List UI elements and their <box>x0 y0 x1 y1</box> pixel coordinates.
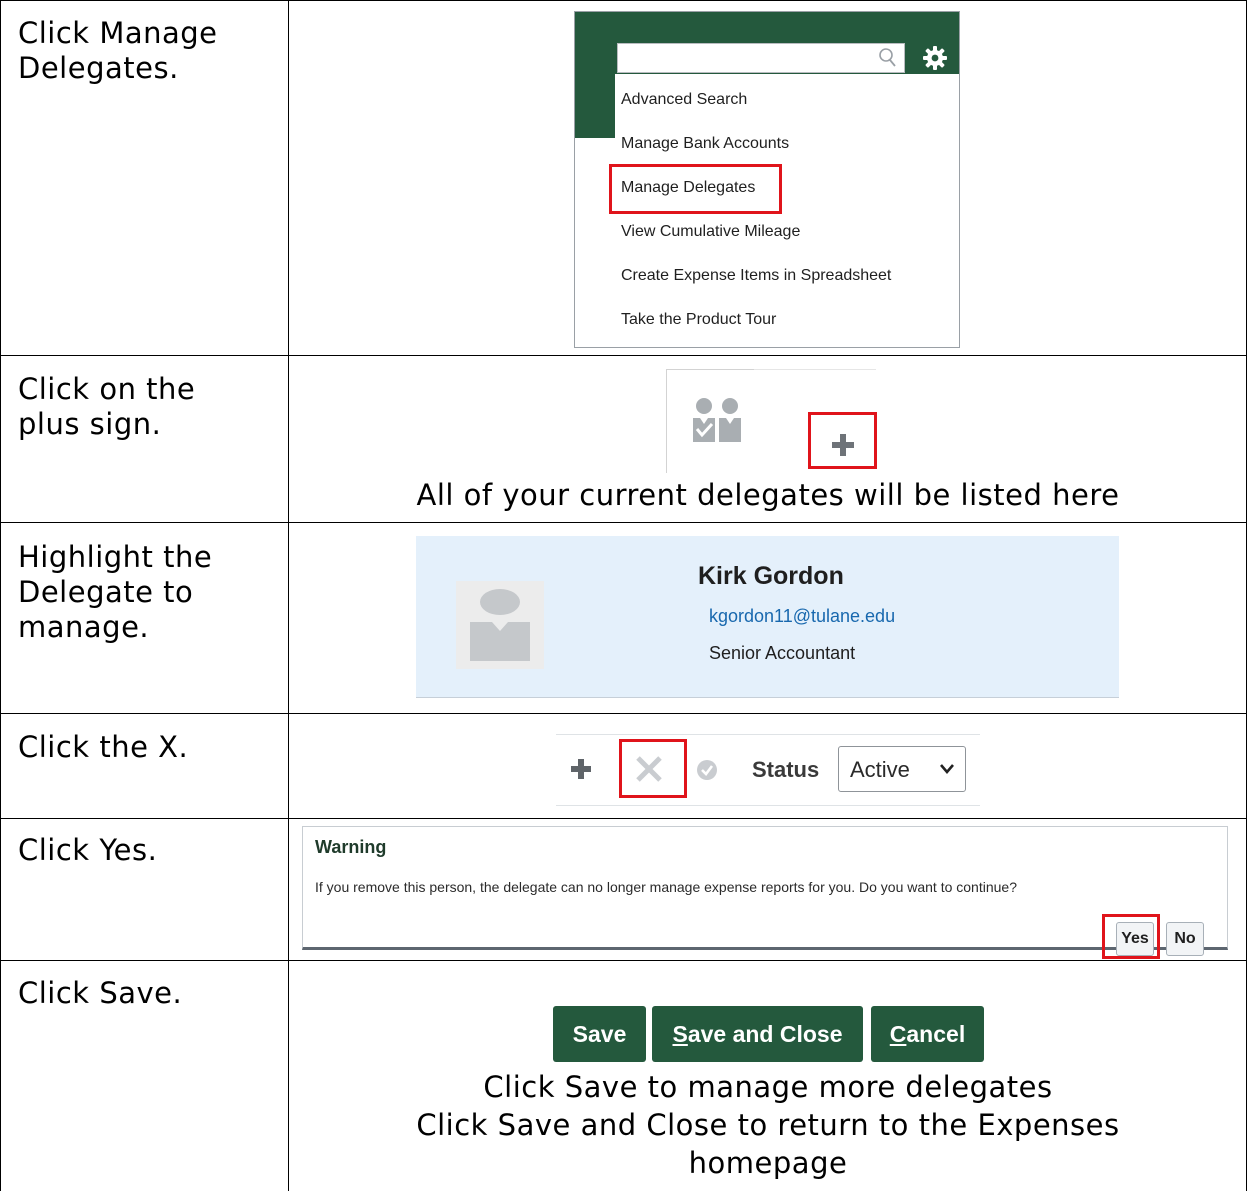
menu-side-band <box>575 74 615 138</box>
step-2-text: Click on the plus sign. <box>18 372 196 441</box>
delegate-name: Kirk Gordon <box>698 562 844 590</box>
person-icon <box>470 589 530 661</box>
row-divider <box>0 818 1247 819</box>
warning-title: Warning <box>315 837 387 857</box>
table-border-top <box>0 0 1247 1</box>
save-button[interactable]: Save <box>553 1006 646 1062</box>
save-note-1: Click Save to manage more delegates <box>483 1070 1053 1104</box>
delegates-tab <box>666 369 754 473</box>
status-value: Active <box>850 757 910 782</box>
step-4-text: Click the X. <box>18 730 189 764</box>
avatar <box>456 581 544 669</box>
row-divider <box>0 355 1247 356</box>
cancel-mnemonic: C <box>889 1021 907 1047</box>
row-divider <box>0 522 1247 523</box>
cancel-button[interactable]: Cancel <box>871 1006 984 1062</box>
step-5-text: Click Yes. <box>18 833 158 867</box>
search-icon[interactable] <box>878 46 898 70</box>
step-6-text: Click Save. <box>18 976 183 1010</box>
column-divider <box>288 0 289 1191</box>
status-select[interactable]: Active <box>838 746 966 792</box>
no-button[interactable]: No <box>1166 922 1204 956</box>
highlight-box <box>808 412 877 469</box>
cancel-label: ancel <box>906 1021 966 1047</box>
gear-icon[interactable] <box>922 45 948 71</box>
row-divider <box>0 713 1247 714</box>
chevron-down-icon <box>940 764 954 774</box>
step-3-text: Highlight the Delegate to manage. <box>18 540 213 644</box>
save-note-2: Click Save and Close to return to the Ex… <box>416 1108 1120 1142</box>
search-input[interactable] <box>617 43 905 73</box>
delegate-card[interactable]: Kirk Gordon kgordon11@tulane.edu Senior … <box>416 536 1119 698</box>
delegates-caption: All of your current delegates will be li… <box>416 478 1120 512</box>
menu-item-view-cumulative-mileage[interactable]: View Cumulative Mileage <box>621 222 800 242</box>
menu-item-product-tour[interactable]: Take the Product Tour <box>621 310 776 330</box>
highlight-box <box>1102 914 1160 959</box>
save-close-label: ave and Close <box>687 1021 843 1047</box>
menu-item-create-expense-items[interactable]: Create Expense Items in Spreadsheet <box>621 266 891 286</box>
save-note-3: homepage <box>688 1146 848 1180</box>
save-and-close-button[interactable]: Save and Close <box>652 1006 863 1062</box>
highlight-box <box>619 739 687 798</box>
warning-dialog: Warning If you remove this person, the d… <box>302 826 1228 956</box>
delegate-email[interactable]: kgordon11@tulane.edu <box>709 606 895 627</box>
menu-item-advanced-search[interactable]: Advanced Search <box>621 90 747 110</box>
plus-icon[interactable] <box>570 758 592 780</box>
status-label: Status <box>752 757 820 782</box>
panel-top-edge <box>754 369 876 370</box>
menu-item-manage-bank-accounts[interactable]: Manage Bank Accounts <box>621 134 789 154</box>
warning-message: If you remove this person, the delegate … <box>315 879 1017 895</box>
highlight-box <box>609 164 782 214</box>
table-border-left <box>0 0 1 1191</box>
delegates-icon <box>693 398 741 442</box>
delegate-job-title: Senior Accountant <box>709 643 856 663</box>
step-1-text: Click Manage Delegates. <box>18 16 218 85</box>
row-divider <box>0 960 1247 961</box>
save-close-mnemonic: S <box>672 1021 688 1047</box>
approve-icon[interactable] <box>696 759 718 781</box>
